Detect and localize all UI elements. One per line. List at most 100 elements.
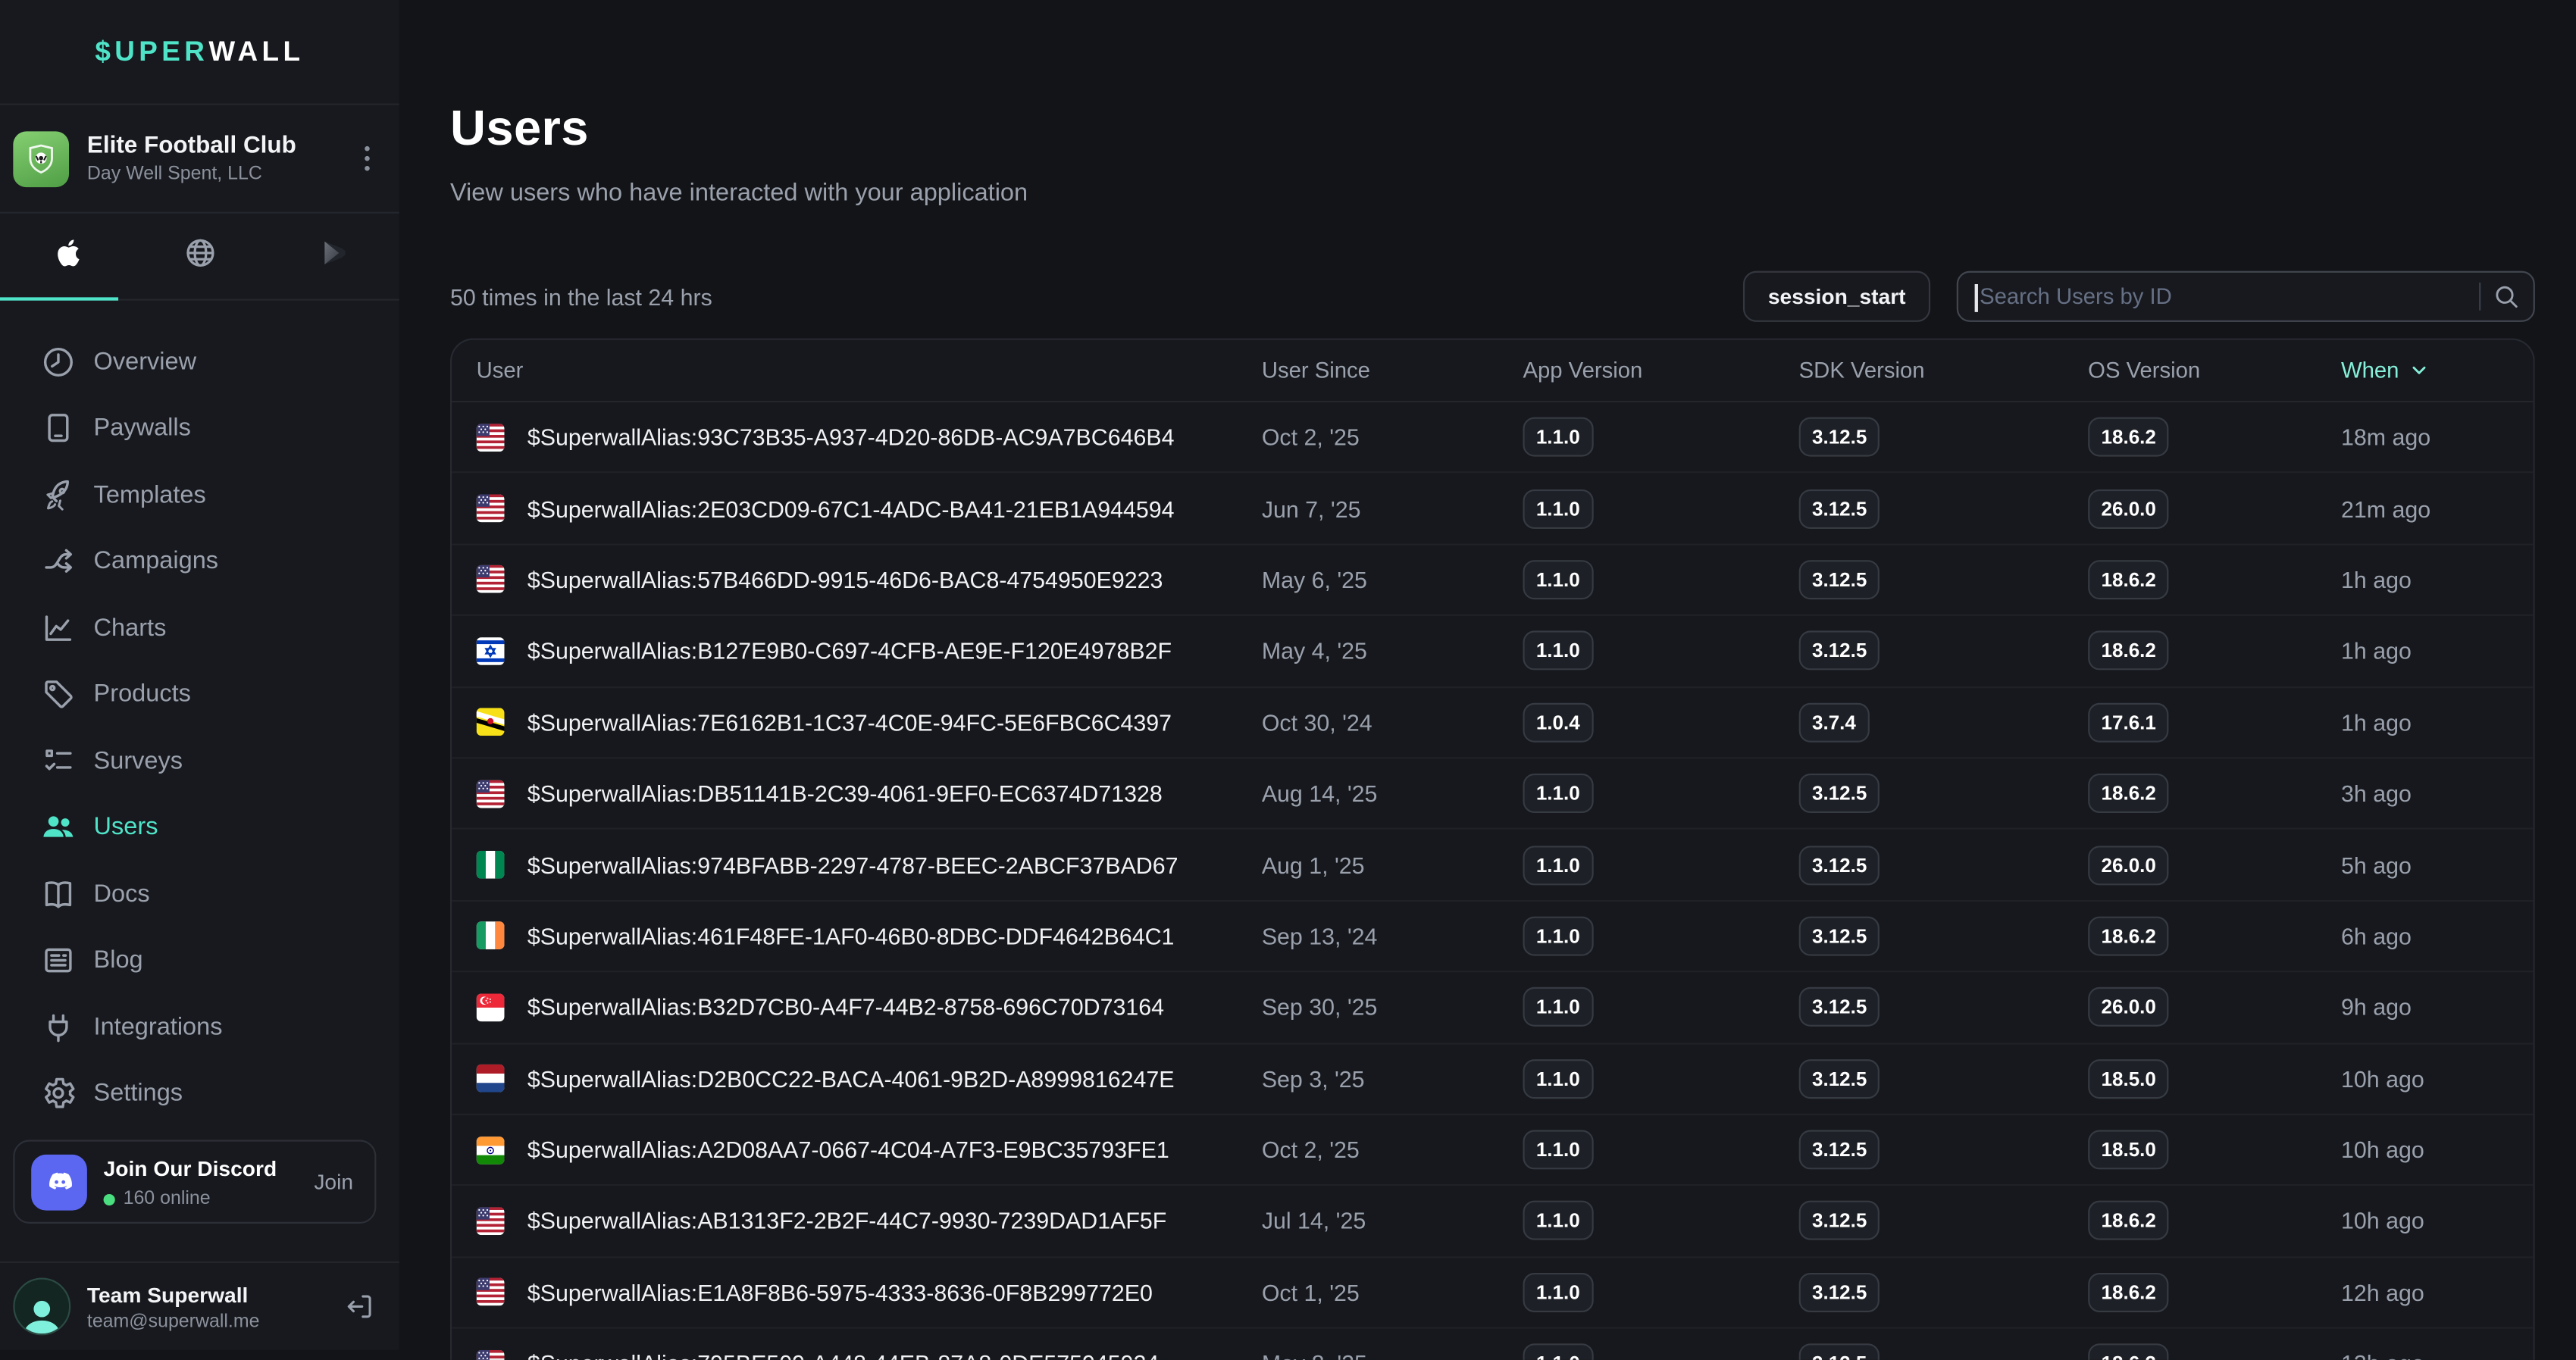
search-icon[interactable] [2494,284,2519,309]
sidebar-item-charts[interactable]: Charts [0,595,399,661]
col-header-when-sort[interactable]: When [2341,358,2534,383]
table-row[interactable]: $SuperwallAlias:A2D08AA7-0667-4C04-A7F3-… [452,1115,2534,1186]
when-value: 6h ago [2341,923,2534,949]
app-version-badge: 1.1.0 [1523,631,1593,671]
nav-item-label: Paywalls [94,414,191,442]
user-id: $SuperwallAlias:974BFABB-2297-4787-BEEC-… [527,852,1178,878]
table-row[interactable]: $SuperwallAlias:461F48FE-1AF0-46B0-8DBC-… [452,902,2534,973]
when-value: 1h ago [2341,638,2534,664]
table-row[interactable]: $SuperwallAlias:AB1313F2-2B2F-44C7-9930-… [452,1186,2534,1258]
when-value: 18m ago [2341,424,2534,451]
chevron-down-icon [2409,360,2430,381]
sdk-version-badge: 3.12.5 [1799,1202,1880,1241]
when-value: 3h ago [2341,780,2534,807]
nav-item-label: Products [94,680,191,708]
football-club-app-icon [13,130,69,186]
sidebar-item-settings[interactable]: Settings [0,1060,399,1127]
user-since: Aug 1, '25 [1262,852,1523,878]
sidebar-item-paywalls[interactable]: Paywalls [0,395,399,461]
sdk-version-badge: 3.12.5 [1799,1273,1880,1312]
sdk-version-badge: 3.12.5 [1799,560,1880,599]
sidebar-nav: Overview Paywalls Templates Campaigns Ch… [0,301,399,1127]
kebab-menu-icon[interactable] [365,146,370,171]
user-since: May 4, '25 [1262,638,1523,664]
user-since: Sep 3, '25 [1262,1065,1523,1092]
when-value: 1h ago [2341,709,2534,736]
os-version-badge: 18.6.2 [2088,631,2169,671]
user-id: $SuperwallAlias:795BE509-A448-44EB-87A8-… [527,1350,1159,1359]
avatar [13,1277,70,1335]
app-version-badge: 1.1.0 [1523,1344,1593,1360]
discord-online-count: 160 online [104,1189,277,1208]
main-content: Users View users who have interacted wit… [399,0,2576,1350]
table-row[interactable]: $SuperwallAlias:795BE509-A448-44EB-87A8-… [452,1329,2534,1360]
app-version-badge: 1.1.0 [1523,774,1593,813]
discord-join-button[interactable]: Join [314,1169,353,1194]
sidebar-item-blog[interactable]: Blog [0,927,399,994]
os-version-badge: 26.0.0 [2088,489,2169,528]
ng-flag-icon [477,851,505,879]
table-row[interactable]: $SuperwallAlias:B127E9B0-C697-4CFB-AE9E-… [452,616,2534,687]
table-row[interactable]: $SuperwallAlias:974BFABB-2297-4787-BEEC-… [452,830,2534,901]
superwall-logo: $UPERWALL [0,0,399,104]
user-since: Jul 14, '25 [1262,1208,1523,1234]
table-row[interactable]: $SuperwallAlias:93C73B35-A937-4D20-86DB-… [452,402,2534,474]
sidebar-item-templates[interactable]: Templates [0,461,399,528]
plug-icon [41,1010,76,1045]
globe-icon [183,236,216,277]
os-version-badge: 18.6.2 [2088,916,2169,955]
sdk-version-badge: 3.12.5 [1799,774,1880,813]
event-filter-button[interactable]: session_start [1743,271,1930,322]
search-input[interactable] [1975,284,2473,309]
workspace-switcher[interactable]: Elite Football Club Day Well Spent, LLC [0,104,399,214]
app-version-badge: 1.1.0 [1523,1273,1593,1312]
sdk-version-badge: 3.12.5 [1799,1059,1880,1099]
sign-out-icon[interactable] [343,1291,374,1322]
user-since: May 6, '25 [1262,567,1523,593]
search-box[interactable] [1957,271,2535,322]
sdk-version-badge: 3.12.5 [1799,1130,1880,1170]
sidebar-item-surveys[interactable]: Surveys [0,727,399,794]
table-row[interactable]: $SuperwallAlias:7E6162B1-1C37-4C0E-94FC-… [452,687,2534,758]
user-id: $SuperwallAlias:7E6162B1-1C37-4C0E-94FC-… [527,709,1172,736]
col-header-app: App Version [1523,358,1798,383]
book-icon [41,877,76,911]
table-row[interactable]: $SuperwallAlias:D2B0CC22-BACA-4061-9B2D-… [452,1044,2534,1115]
nav-item-label: Docs [94,880,150,908]
sdk-version-badge: 3.12.5 [1799,987,1880,1027]
sidebar-item-products[interactable]: Products [0,661,399,728]
branch-arrow-icon [41,544,76,579]
user-since: Sep 13, '24 [1262,923,1523,949]
account-name: Team Superwall [87,1282,260,1307]
users-table: User User Since App Version SDK Version … [450,339,2535,1360]
table-row[interactable]: $SuperwallAlias:E1A8F8B6-5975-4333-8636-… [452,1258,2534,1329]
os-version-badge: 18.6.2 [2088,1273,2169,1312]
platform-tab-web[interactable] [133,214,267,299]
user-since: Jun 7, '25 [1262,496,1523,522]
table-row[interactable]: $SuperwallAlias:57B466DD-9915-46D6-BAC8-… [452,545,2534,616]
app-version-badge: 1.1.0 [1523,987,1593,1027]
table-row[interactable]: $SuperwallAlias:B32D7CB0-A4F7-44B2-8758-… [452,973,2534,1044]
sidebar-item-users[interactable]: Users [0,794,399,861]
sidebar-item-campaigns[interactable]: Campaigns [0,528,399,595]
nav-item-label: Templates [94,481,206,509]
discord-card[interactable]: Join Our Discord 160 online Join [13,1140,376,1224]
discord-title: Join Our Discord [104,1156,277,1181]
app-version-badge: 1.1.0 [1523,489,1593,528]
table-row[interactable]: $SuperwallAlias:2E03CD09-67C1-4ADC-BA41-… [452,474,2534,545]
os-version-badge: 18.6.2 [2088,560,2169,599]
toolbar: 50 times in the last 24 hrs session_star… [450,271,2535,322]
sidebar-item-overview[interactable]: Overview [0,329,399,395]
table-row[interactable]: $SuperwallAlias:DB51141B-2C39-4061-9EF0-… [452,758,2534,830]
app-version-badge: 1.1.0 [1523,1202,1593,1241]
person-icon [20,1294,64,1333]
app-version-badge: 1.1.0 [1523,916,1593,955]
online-dot-icon [104,1193,115,1205]
platform-tab-ios[interactable] [0,214,133,299]
us-flag-icon [477,780,505,808]
sidebar-item-docs[interactable]: Docs [0,861,399,927]
workspace-meta: Elite Football Club Day Well Spent, LLC [87,133,296,184]
sidebar-item-integrations[interactable]: Integrations [0,993,399,1060]
app-version-badge: 1.1.0 [1523,417,1593,457]
platform-tab-android[interactable] [266,214,399,299]
